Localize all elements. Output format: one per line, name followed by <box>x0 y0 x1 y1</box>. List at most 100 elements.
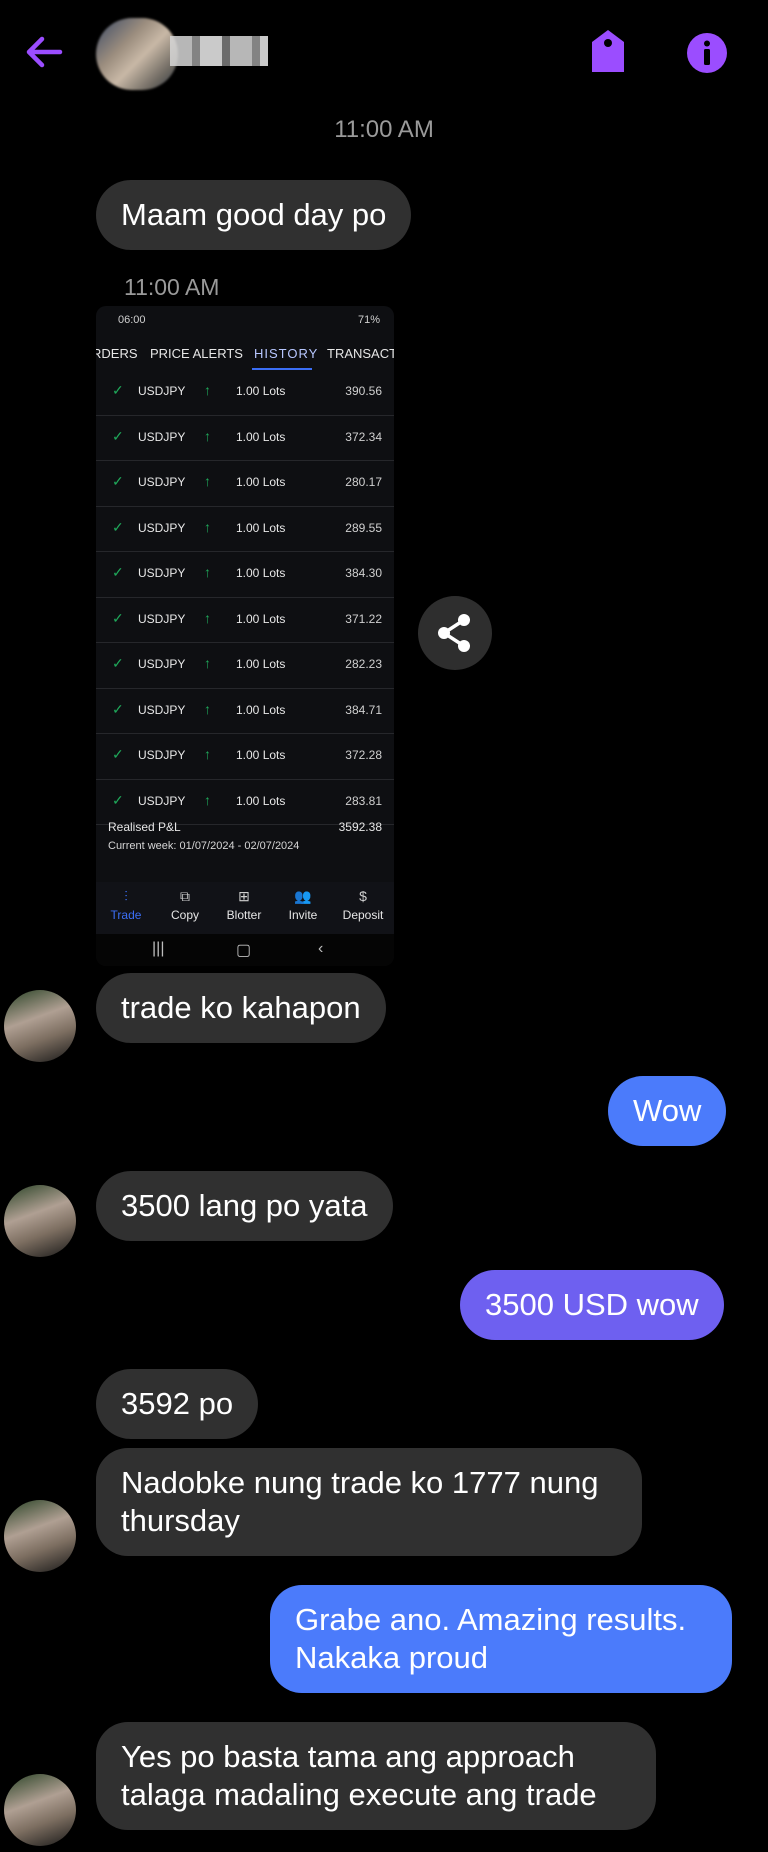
people-icon: 👥 <box>294 888 312 904</box>
check-icon: ✓ <box>112 791 124 808</box>
info-button[interactable] <box>686 32 728 74</box>
trade-pnl: 390.56 <box>345 384 382 398</box>
nav-invite: 👥 Invite <box>273 888 333 922</box>
check-icon: ✓ <box>112 609 124 626</box>
trade-pnl: 372.28 <box>345 748 382 762</box>
realised-pl-label: Realised P&L <box>108 820 181 834</box>
contact-avatar[interactable] <box>96 18 178 90</box>
trade-row: ✓ USDJPY ↑ 1.00 Lots 372.28 <box>96 734 394 780</box>
battery-level: 71% <box>357 314 380 326</box>
trade-row: ✓ USDJPY ↑ 1.00 Lots 390.56 <box>96 370 394 416</box>
sender-avatar[interactable] <box>4 1185 76 1257</box>
arrow-up-icon: ↑ <box>204 382 211 398</box>
trade-symbol: USDJPY <box>138 429 186 444</box>
trade-pnl: 289.55 <box>345 520 382 535</box>
contact-name-redacted[interactable] <box>170 36 268 66</box>
dollar-icon: $ <box>359 888 367 904</box>
status-bar: 06:00 71% <box>118 314 380 326</box>
incoming-message[interactable]: 3592 po <box>96 1369 259 1439</box>
home-icon: ▢ <box>236 942 252 959</box>
arrow-up-icon: ↑ <box>204 609 211 626</box>
message-timestamp: 11:00 AM <box>334 116 434 143</box>
trade-pnl: 384.71 <box>345 702 382 717</box>
trade-lots: 1.00 Lots <box>236 520 286 535</box>
trade-lots: 1.00 Lots <box>236 429 286 444</box>
sender-avatar[interactable] <box>4 990 76 1062</box>
candlestick-icon: ⫶ <box>124 888 128 904</box>
system-nav-bar: ||| ▢ ‹ <box>96 934 394 966</box>
trade-history-list: ✓ USDJPY ↑ 1.00 Lots 390.56 ✓ USDJPY ↑ 1.00 Lot… <box>96 370 394 825</box>
share-button[interactable] <box>418 596 492 670</box>
incoming-message[interactable]: Maam good day po <box>96 180 412 250</box>
trade-row: ✓ USDJPY ↑ 1.00 Lots 282.23 <box>96 643 394 689</box>
trade-symbol: USDJPY <box>138 657 186 671</box>
trade-pnl: 282.23 <box>345 657 382 671</box>
trade-symbol: USDJPY <box>138 520 186 535</box>
incoming-message[interactable]: Yes po basta tama ang approach talaga ma… <box>96 1722 656 1830</box>
recent-apps-icon: ||| <box>152 940 165 957</box>
tag-button[interactable] <box>588 28 628 74</box>
arrow-left-icon <box>26 36 63 68</box>
grid-icon: ⊞ <box>238 888 250 904</box>
trade-row: ✓ USDJPY ↑ 1.00 Lots 280.17 <box>96 461 394 507</box>
info-icon <box>687 33 727 73</box>
trade-pnl: 283.81 <box>345 793 382 808</box>
tab-transactions: TRANSACT <box>327 346 394 361</box>
copy-icon: ⧉ <box>180 888 190 904</box>
check-icon: ✓ <box>112 700 124 717</box>
check-icon: ✓ <box>112 473 124 489</box>
arrow-up-icon: ↑ <box>204 518 211 535</box>
tab-history: HISTORY <box>254 346 319 361</box>
outgoing-message[interactable]: 3500 USD wow <box>460 1270 724 1340</box>
arrow-up-icon: ↑ <box>204 655 211 671</box>
outgoing-message[interactable]: Grabe ano. Amazing results. Nakaka proud <box>270 1585 732 1693</box>
nav-copy: ⧉ Copy <box>155 888 215 922</box>
nav-deposit: $ Deposit <box>333 888 393 922</box>
check-icon: ✓ <box>112 518 124 535</box>
check-icon: ✓ <box>112 655 124 671</box>
trade-lots: 1.00 Lots <box>236 793 286 808</box>
incoming-message[interactable]: Nadobke nung trade ko 1777 nung thursday <box>96 1448 642 1556</box>
tag-icon <box>592 30 624 72</box>
arrow-up-icon: ↑ <box>204 700 211 717</box>
trade-pnl: 384.30 <box>345 566 382 580</box>
shared-image[interactable]: 06:00 71% RDERS PRICE ALERTS HISTORY TRA… <box>96 306 394 966</box>
trade-symbol: USDJPY <box>138 702 186 717</box>
check-icon: ✓ <box>112 746 124 762</box>
trade-symbol: USDJPY <box>138 748 186 762</box>
trade-lots: 1.00 Lots <box>236 657 286 671</box>
current-week-label: Current week: 01/07/2024 - 02/07/2024 <box>108 840 300 852</box>
message-timestamp: 11:00 AM <box>124 274 220 300</box>
trade-row: ✓ USDJPY ↑ 1.00 Lots 371.22 <box>96 598 394 643</box>
trade-lots: 1.00 Lots <box>236 384 286 398</box>
incoming-message[interactable]: trade ko kahapon <box>96 973 386 1043</box>
arrow-up-icon: ↑ <box>204 427 211 444</box>
trade-symbol: USDJPY <box>138 566 186 580</box>
trade-pnl: 372.34 <box>345 429 382 444</box>
trade-symbol: USDJPY <box>138 384 186 398</box>
trade-symbol: USDJPY <box>138 611 186 626</box>
trade-row: ✓ USDJPY ↑ 1.00 Lots 384.71 <box>96 689 394 734</box>
back-button[interactable] <box>22 30 66 74</box>
share-icon <box>438 614 470 652</box>
tab-orders: RDERS <box>96 346 138 361</box>
realised-pl-value: 3592.38 <box>338 820 382 834</box>
trade-pnl: 371.22 <box>345 611 382 626</box>
check-icon: ✓ <box>112 427 124 444</box>
trade-lots: 1.00 Lots <box>236 566 286 580</box>
trade-pnl: 280.17 <box>345 475 382 489</box>
check-icon: ✓ <box>112 382 124 398</box>
incoming-message[interactable]: 3500 lang po yata <box>96 1171 393 1241</box>
outgoing-message[interactable]: Wow <box>608 1076 727 1146</box>
nav-blotter: ⊞ Blotter <box>214 888 274 922</box>
sender-avatar[interactable] <box>4 1774 76 1846</box>
back-nav-icon: ‹ <box>318 940 324 957</box>
arrow-up-icon: ↑ <box>204 473 211 489</box>
nav-trade: ⫶ Trade <box>96 888 156 922</box>
trade-row: ✓ USDJPY ↑ 1.00 Lots 289.55 <box>96 507 394 552</box>
tab-price-alerts: PRICE ALERTS <box>150 346 243 361</box>
trade-row: ✓ USDJPY ↑ 1.00 Lots 384.30 <box>96 552 394 598</box>
check-icon: ✓ <box>112 564 124 580</box>
trade-lots: 1.00 Lots <box>236 702 286 717</box>
sender-avatar[interactable] <box>4 1500 76 1572</box>
